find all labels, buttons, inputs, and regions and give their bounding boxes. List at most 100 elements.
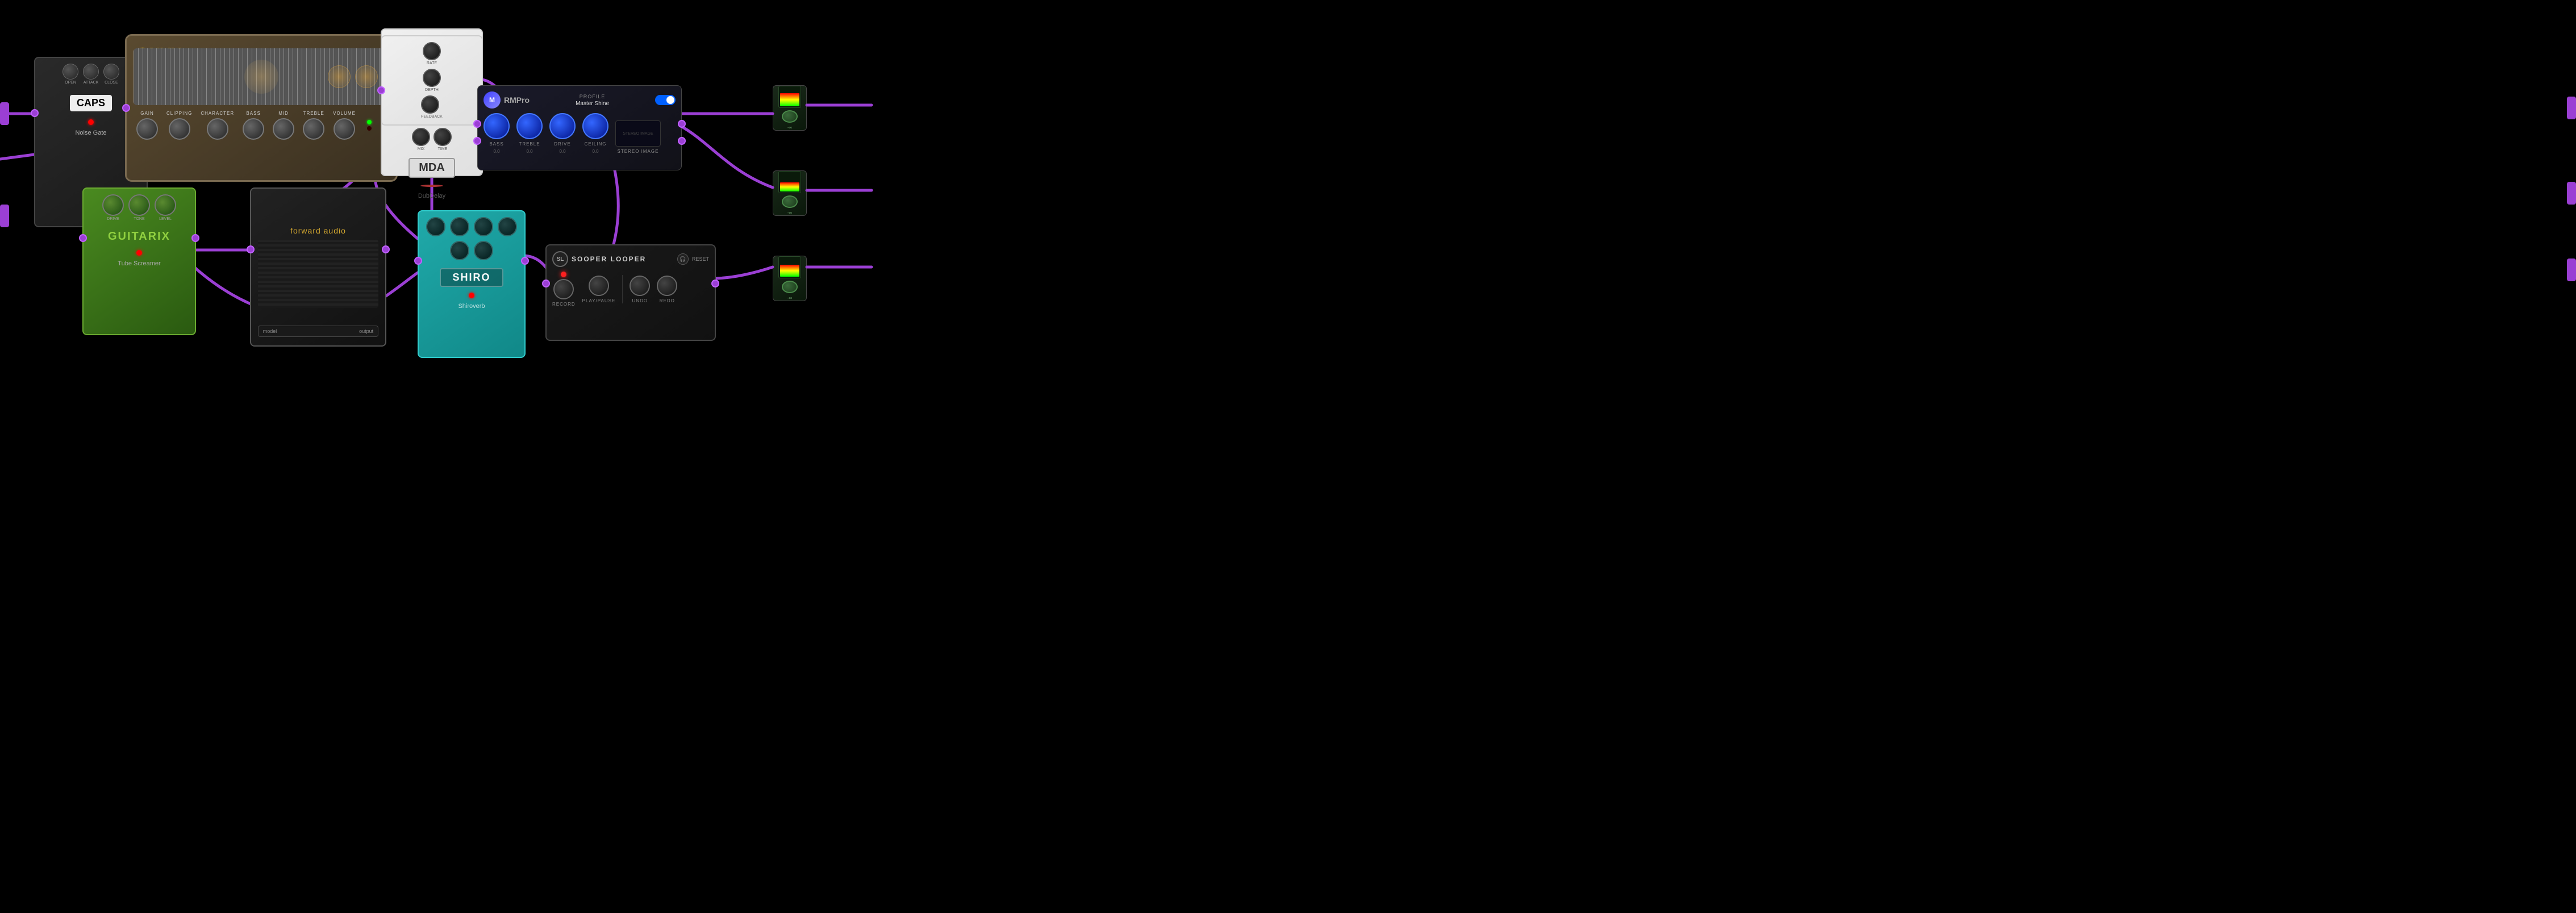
mid-control[interactable]: MID <box>273 111 294 140</box>
rm-ceiling-knob[interactable] <box>582 113 608 139</box>
rm-input-r[interactable] <box>473 137 481 145</box>
amp-input-port[interactable] <box>122 104 130 112</box>
bass-knob[interactable] <box>243 118 264 140</box>
playpause-knob-group: PLAY/PAUSE <box>582 276 616 303</box>
delay-mix-knob[interactable] <box>420 185 443 187</box>
mid-knob[interactable] <box>273 118 294 140</box>
dubdelay-top-knobs: RATE DEPTH FEEDBACK <box>381 35 483 126</box>
meter-knob-mid[interactable] <box>782 195 798 208</box>
shiro-k2[interactable] <box>450 217 469 236</box>
meter-display-bottom <box>778 256 801 278</box>
looper-header: SL SOOPER LOOPER 🎧 RESET <box>552 251 709 267</box>
time-knob[interactable]: TIME <box>433 128 452 151</box>
tube-screamer-plugin: DRIVE TONE LEVEL GUITARIX Tube Screamer <box>82 187 196 335</box>
headphone-icon[interactable]: 🎧 <box>677 253 689 265</box>
rm-toggle[interactable] <box>655 95 676 105</box>
onyx-amp-plugin: ONYX GAIN CLIPPING CHARACTER BASS MID <box>125 34 398 182</box>
sooper-looper-plugin: SL SOOPER LOOPER 🎧 RESET RECORD PLAY/PAU… <box>545 244 716 341</box>
looper-controls: RECORD PLAY/PAUSE UNDO REDO <box>552 272 709 307</box>
rm-bass-knob[interactable] <box>483 113 510 139</box>
open-knob[interactable]: OPEN <box>62 64 78 85</box>
close-knob[interactable]: CLOSE <box>103 64 119 85</box>
shiro-logo: SHIRO <box>440 268 503 287</box>
meter-knob-bottom[interactable] <box>782 281 798 293</box>
stereo-image-display: STEREO IMAGE <box>615 120 661 147</box>
gain-knob[interactable] <box>136 118 158 140</box>
left-edge-port-top[interactable] <box>0 102 9 125</box>
rate-knob[interactable]: RATE <box>423 42 441 65</box>
rm-output-r[interactable] <box>678 137 686 145</box>
undo-knob[interactable] <box>630 276 650 296</box>
ts-output[interactable] <box>191 234 199 242</box>
record-knob[interactable] <box>553 279 574 299</box>
noise-gate-knobs: OPEN ATTACK CLOSE <box>62 64 119 85</box>
shiroverb-name: Shiroverb <box>458 303 485 310</box>
meter-knob-top[interactable] <box>782 110 798 123</box>
right-edge-port-mid[interactable] <box>2567 182 2576 205</box>
shiro-k5[interactable] <box>450 241 469 260</box>
shiro-k1[interactable] <box>426 217 445 236</box>
dub-delay-plugin: RATE DEPTH FEEDBACK MIX TIME MDA DubDela… <box>381 28 483 176</box>
amp-controls: GAIN CLIPPING CHARACTER BASS MID TREBLE … <box>134 111 389 140</box>
shiro-k6[interactable] <box>474 241 493 260</box>
ceiling-knob-group: CEILING 0.0 <box>582 113 608 154</box>
shiro-input[interactable] <box>414 257 422 265</box>
rm-drive-knob[interactable] <box>549 113 576 139</box>
character-knob[interactable] <box>207 118 228 140</box>
playpause-knob[interactable] <box>589 276 609 296</box>
shiroverb-knobs <box>424 217 519 260</box>
cabinet-output: output <box>359 328 373 334</box>
volume-knob[interactable] <box>334 118 355 140</box>
shiro-k4[interactable] <box>498 217 517 236</box>
dd-input[interactable] <box>377 86 385 94</box>
input-port[interactable] <box>31 109 39 117</box>
cab-output[interactable] <box>382 245 390 253</box>
reset-label: RESET <box>692 256 709 262</box>
shiro-k3[interactable] <box>474 217 493 236</box>
treble-knob[interactable] <box>303 118 324 140</box>
clipping-control[interactable]: CLIPPING <box>166 111 192 140</box>
gain-control[interactable]: GAIN <box>136 111 158 140</box>
mda-logo: MDA <box>409 158 455 178</box>
drive-knob-group: DRIVE 0.0 <box>549 113 576 154</box>
meter-value-mid: -∞ <box>787 210 792 215</box>
ts-knobs: DRIVE TONE LEVEL <box>102 194 176 221</box>
meter-bottom: -∞ <box>773 256 807 301</box>
redo-knob[interactable] <box>657 276 677 296</box>
attack-knob[interactable]: ATTACK <box>83 64 99 85</box>
meter-bar-mid <box>780 182 799 192</box>
treble-control[interactable]: TREBLE <box>303 111 324 140</box>
left-edge-port-bottom[interactable] <box>0 205 9 227</box>
character-control[interactable]: CHARACTER <box>201 111 234 140</box>
right-edge-port-bottom[interactable] <box>2567 259 2576 281</box>
depth-knob[interactable]: DEPTH <box>423 69 441 92</box>
clipping-knob[interactable] <box>169 118 190 140</box>
looper-output[interactable] <box>711 280 719 287</box>
rm-output-l[interactable] <box>678 120 686 128</box>
record-led <box>561 272 566 277</box>
tone-knob[interactable]: TONE <box>128 194 150 221</box>
meter-bar-bottom <box>780 265 799 277</box>
rm-pro-title: RMPro <box>504 95 530 105</box>
volume-control[interactable]: VOLUME <box>333 111 356 140</box>
rm-input-l[interactable] <box>473 120 481 128</box>
looper-input[interactable] <box>542 280 550 287</box>
looper-title: SOOPER LOOPER <box>572 255 646 263</box>
level-knob[interactable]: LEVEL <box>155 194 176 221</box>
right-edge-port-top[interactable] <box>2567 97 2576 119</box>
bass-knob-group: BASS 0.0 <box>483 113 510 154</box>
cab-input[interactable] <box>247 245 255 253</box>
ts-led <box>136 250 142 256</box>
stereo-image-group: STEREO IMAGE STEREO IMAGE <box>615 120 661 154</box>
shiroverb-plugin: SHIRO Shiroverb <box>418 210 526 358</box>
profile-name: Master Shine <box>576 101 609 107</box>
bass-control[interactable]: BASS <box>243 111 264 140</box>
drive-knob[interactable]: DRIVE <box>102 194 124 221</box>
fb-knob[interactable]: FEEDBACK <box>421 95 443 119</box>
mix-knob[interactable]: MIX <box>412 128 430 151</box>
ts-input[interactable] <box>79 234 87 242</box>
meter-mid: -∞ <box>773 170 807 216</box>
rm-treble-knob[interactable] <box>516 113 543 139</box>
meter-value-top: -∞ <box>787 125 792 130</box>
shiro-output[interactable] <box>521 257 529 265</box>
